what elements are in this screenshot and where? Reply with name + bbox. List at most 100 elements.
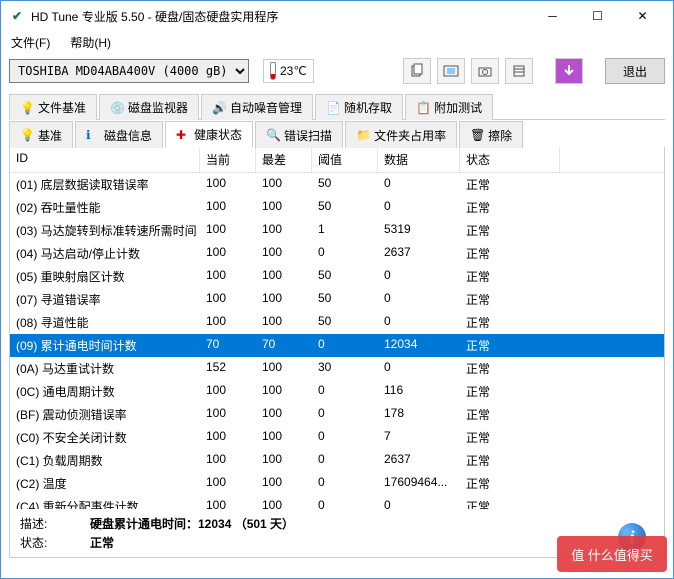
table-row[interactable]: (0C) 通电周期计数1001000116正常 <box>10 380 664 403</box>
minimize-button[interactable]: ─ <box>530 2 575 30</box>
cell: 正常 <box>460 472 560 495</box>
tab-health[interactable]: ✚健康状态 <box>165 121 253 148</box>
menu-help[interactable]: 帮助(H) <box>64 32 117 53</box>
cell: 0 <box>312 426 378 449</box>
cell: 70 <box>256 334 312 357</box>
table-row[interactable]: (07) 寻道错误率100100500正常 <box>10 288 664 311</box>
screenshot-button[interactable] <box>437 58 465 84</box>
cell: 正常 <box>460 311 560 334</box>
table-row[interactable]: (0A) 马达重试计数152100300正常 <box>10 357 664 380</box>
cell: (BF) 震动侦测错误率 <box>10 403 200 426</box>
col-data[interactable]: 数据 <box>378 147 460 172</box>
table-row[interactable]: (04) 马达启动/停止计数10010002637正常 <box>10 242 664 265</box>
drive-select[interactable]: TOSHIBA MD04ABA400V (4000 gB) <box>9 59 249 83</box>
cell: 7 <box>378 426 460 449</box>
col-status[interactable]: 状态 <box>460 147 560 172</box>
tab-disk-info[interactable]: ℹ磁盘信息 <box>75 121 163 148</box>
tab-disk-monitor[interactable]: 💿磁盘监视器 <box>99 94 199 120</box>
tab-auto-noise[interactable]: 🔊自动噪音管理 <box>201 94 313 120</box>
temperature-value: 23℃ <box>280 64 307 78</box>
cell: (05) 重映射扇区计数 <box>10 265 200 288</box>
copy-button[interactable] <box>403 58 431 84</box>
cell: 100 <box>200 449 256 472</box>
desc-label: 描述: <box>20 515 60 532</box>
cell: 100 <box>200 403 256 426</box>
cell: 正常 <box>460 403 560 426</box>
table-row[interactable]: (09) 累计通电时间计数7070012034正常 <box>10 334 664 357</box>
tab-extra-test[interactable]: 📋附加测试 <box>405 94 493 120</box>
cell: 100 <box>200 495 256 509</box>
cell: 178 <box>378 403 460 426</box>
tab-folder-usage[interactable]: 📁文件夹占用率 <box>345 121 457 148</box>
tab-benchmark[interactable]: 💡基准 <box>9 121 73 148</box>
folder-icon: 📁 <box>356 128 370 142</box>
table-row[interactable]: (C4) 重新分配事件计数10010000正常 <box>10 495 664 509</box>
menu-file[interactable]: 文件(F) <box>5 32 56 53</box>
cell: 0 <box>312 495 378 509</box>
camera-button[interactable] <box>471 58 499 84</box>
cell: 0 <box>312 380 378 403</box>
cell: 100 <box>200 196 256 219</box>
tab-row-2: 💡基准 ℹ磁盘信息 ✚健康状态 🔍错误扫描 📁文件夹占用率 🗑擦除 <box>9 120 665 147</box>
col-id[interactable]: ID <box>10 147 200 172</box>
cell: 100 <box>256 472 312 495</box>
cell: 正常 <box>460 449 560 472</box>
cell: 100 <box>256 403 312 426</box>
desc-value: 硬盘累计通电时间：12034 （501 天） <box>90 515 294 532</box>
table-body[interactable]: (01) 底层数据读取错误率100100500正常(02) 吞吐量性能10010… <box>10 173 664 509</box>
cell: 0 <box>378 288 460 311</box>
table-row[interactable]: (C2) 温度100100017609464...正常 <box>10 472 664 495</box>
cell: (02) 吞吐量性能 <box>10 196 200 219</box>
col-current[interactable]: 当前 <box>200 147 256 172</box>
tab-row-1: 💡文件基准 💿磁盘监视器 🔊自动噪音管理 📄随机存取 📋附加测试 <box>9 93 665 120</box>
cell: 100 <box>256 449 312 472</box>
cell: 100 <box>200 472 256 495</box>
col-threshold[interactable]: 阈值 <box>312 147 378 172</box>
table-row[interactable]: (03) 马达旋转到标准转速所需时间10010015319正常 <box>10 219 664 242</box>
bulb-icon: 💡 <box>20 128 34 142</box>
clipboard-icon: 📋 <box>416 101 430 115</box>
tab-random-access[interactable]: 📄随机存取 <box>315 94 403 120</box>
table-row[interactable]: (C0) 不安全关闭计数10010007正常 <box>10 426 664 449</box>
cell: 0 <box>378 265 460 288</box>
cell: 2637 <box>378 449 460 472</box>
cell: (0C) 通电周期计数 <box>10 380 200 403</box>
cell: 正常 <box>460 242 560 265</box>
cell: 100 <box>256 265 312 288</box>
tab-error-scan[interactable]: 🔍错误扫描 <box>255 121 343 148</box>
cell: (0A) 马达重试计数 <box>10 357 200 380</box>
cell: 正常 <box>460 334 560 357</box>
col-worst[interactable]: 最差 <box>256 147 312 172</box>
temperature-display: 23℃ <box>263 59 314 83</box>
table-row[interactable]: (C1) 负载周期数10010002637正常 <box>10 449 664 472</box>
close-button[interactable]: ✕ <box>620 2 665 30</box>
exit-button[interactable]: 退出 <box>605 58 665 84</box>
save-button[interactable] <box>555 58 583 84</box>
cell: (08) 寻道性能 <box>10 311 200 334</box>
cell: 正常 <box>460 426 560 449</box>
table-row[interactable]: (02) 吞吐量性能100100500正常 <box>10 196 664 219</box>
watermark: 值 什么值得买 <box>557 536 667 572</box>
maximize-button[interactable]: ☐ <box>575 2 620 30</box>
table-row[interactable]: (08) 寻道性能100100500正常 <box>10 311 664 334</box>
cell: 100 <box>200 219 256 242</box>
cell: 0 <box>312 472 378 495</box>
tab-file-benchmark[interactable]: 💡文件基准 <box>9 94 97 120</box>
cell: 30 <box>312 357 378 380</box>
table-row[interactable]: (05) 重映射扇区计数100100500正常 <box>10 265 664 288</box>
cell: 0 <box>378 357 460 380</box>
cell: 100 <box>256 173 312 196</box>
tab-erase[interactable]: 🗑擦除 <box>459 121 523 148</box>
settings-button[interactable] <box>505 58 533 84</box>
cell: 100 <box>256 495 312 509</box>
cell: (C4) 重新分配事件计数 <box>10 495 200 509</box>
cell: 100 <box>200 173 256 196</box>
status-label: 状态: <box>20 534 60 551</box>
cell: 100 <box>256 288 312 311</box>
cell: 50 <box>312 311 378 334</box>
titlebar: ✔ HD Tune 专业版 5.50 - 硬盘/固态硬盘实用程序 ─ ☐ ✕ <box>1 1 673 31</box>
table-row[interactable]: (01) 底层数据读取错误率100100500正常 <box>10 173 664 196</box>
cell: 100 <box>256 311 312 334</box>
table-row[interactable]: (BF) 震动侦测错误率1001000178正常 <box>10 403 664 426</box>
cell: 2637 <box>378 242 460 265</box>
